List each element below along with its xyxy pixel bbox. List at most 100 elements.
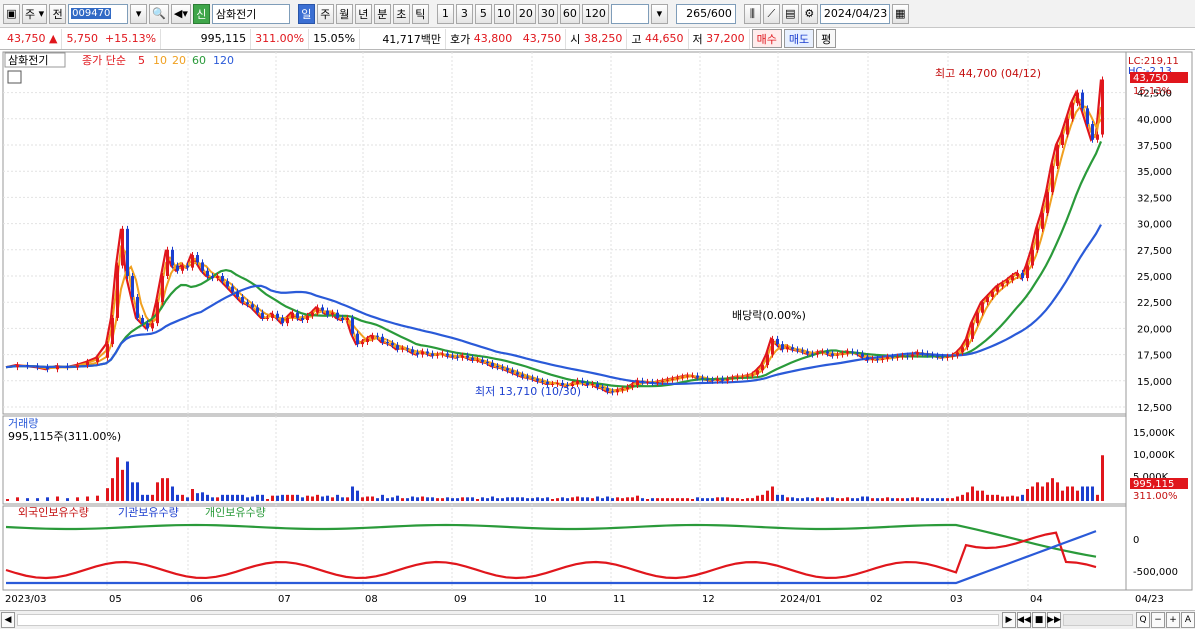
buy-button[interactable]: 매수 <box>751 29 782 48</box>
volume-bar <box>901 498 904 501</box>
save-icon[interactable]: ▤ <box>781 3 799 24</box>
volume-bar <box>651 498 654 501</box>
prev-button[interactable]: 전 <box>49 3 67 24</box>
date-input[interactable]: 2024/04/23 <box>819 3 890 24</box>
candle-body <box>496 366 499 368</box>
count-field[interactable]: 265/600 <box>675 3 736 24</box>
period-tab-week[interactable]: 주 <box>316 3 334 24</box>
chart-area[interactable]: 42,500 40,000 37,500 35,000 32,500 30,000 27,5… <box>0 50 1195 610</box>
ma-legend-20: 20 <box>172 54 186 67</box>
text-icon[interactable]: A <box>1181 612 1195 628</box>
period-tab-second[interactable]: 초 <box>392 3 410 24</box>
volume-bar <box>241 494 244 501</box>
candle-body <box>331 312 334 315</box>
scroll-left-icon[interactable]: ◀ <box>1 612 15 628</box>
volume-bar <box>531 498 534 501</box>
stop-icon[interactable]: ■ <box>1032 612 1046 628</box>
calendar-icon[interactable]: ▦ <box>891 3 909 24</box>
candle-body <box>441 353 444 355</box>
period-tab-day[interactable]: 일 <box>297 3 315 24</box>
candle-body <box>901 355 904 357</box>
stock-chart[interactable]: 42,50040,00037,50035,00032,50030,00027,5… <box>0 50 1195 610</box>
volume-bar <box>496 498 499 501</box>
candle-body <box>931 354 934 356</box>
candle-body <box>981 302 984 313</box>
horizontal-scrollbar[interactable]: ◀ ▶ ◀◀ ■ ▶▶ Q − + A <box>0 610 1195 629</box>
volume-bar <box>196 493 199 501</box>
candle-body <box>751 374 754 376</box>
search-icon[interactable]: 🔍 <box>149 3 169 24</box>
volume-bar <box>46 497 49 501</box>
toolbar: ▣ 주 ▾ 전 009470 ▾ 🔍 ◀▾ 신 삼화전기 일 주 월 년 분 초… <box>0 0 1195 28</box>
line-chart-icon[interactable]: ⟋ <box>762 3 780 24</box>
candle-body <box>241 296 244 303</box>
minus-icon[interactable]: − <box>1151 612 1165 628</box>
holding-tick-0: 0 <box>1133 535 1139 546</box>
interval-30[interactable]: 30 <box>537 3 558 24</box>
candle-body <box>1061 134 1064 145</box>
volume-bar <box>716 497 719 501</box>
window-icon[interactable]: ▣ <box>3 3 20 24</box>
interval-5[interactable]: 5 <box>474 3 492 24</box>
candle-body <box>741 376 744 378</box>
interval-custom-input[interactable] <box>610 3 649 24</box>
zoom-in-icon[interactable]: Q <box>1136 612 1150 628</box>
candle-body <box>661 380 664 382</box>
period-tab-month[interactable]: 월 <box>335 3 353 24</box>
first-page-icon[interactable]: ◀◀ <box>1017 612 1031 628</box>
interval-dropdown-icon[interactable]: ▾ <box>650 3 668 24</box>
eval-button[interactable]: 평 <box>816 29 837 48</box>
candle-body <box>831 353 834 356</box>
candle-body <box>1081 92 1084 109</box>
interval-60[interactable]: 60 <box>559 3 580 24</box>
last-page-icon[interactable]: ▶▶ <box>1047 612 1061 628</box>
volume-bar <box>341 497 344 501</box>
price-tick-label: 27,500 <box>1137 246 1172 257</box>
scroll-right-icon[interactable]: ▶ <box>1002 612 1016 628</box>
speaker-icon[interactable]: ◀▾ <box>170 3 191 24</box>
volume-bar <box>261 494 264 501</box>
volume-bar <box>856 498 859 501</box>
stock-code-input[interactable]: 009470 <box>68 3 129 24</box>
volume-bar <box>426 497 429 501</box>
gear-icon[interactable]: ⚙ <box>800 3 818 24</box>
interval-3[interactable]: 3 <box>455 3 473 24</box>
stock-name-field[interactable]: 삼화전기 <box>211 3 290 24</box>
interval-10[interactable]: 10 <box>493 3 514 24</box>
table-icon[interactable] <box>7 70 22 84</box>
candle-body <box>596 383 599 388</box>
period-tab-year[interactable]: 년 <box>354 3 372 24</box>
volume-bar <box>511 497 514 501</box>
change-pct: +15.13% <box>104 32 157 45</box>
volume-bar <box>821 498 824 501</box>
period-tab-tick[interactable]: 틱 <box>411 3 429 24</box>
legend-institution: 기관보유수량 <box>118 506 179 519</box>
candle-body <box>671 378 674 380</box>
candle-icon[interactable]: ⫼ <box>743 3 761 24</box>
candle-body <box>896 356 899 358</box>
candle-body <box>756 370 759 375</box>
candle-body <box>921 352 924 354</box>
volume-bar <box>446 497 449 501</box>
plus-icon[interactable]: + <box>1166 612 1180 628</box>
price-tick-label: 12,500 <box>1137 403 1172 414</box>
code-dropdown-icon[interactable]: ▾ <box>130 3 148 24</box>
volume-bar <box>301 497 304 501</box>
interval-20[interactable]: 20 <box>515 3 536 24</box>
low-label: 저 <box>692 32 703 46</box>
volume-bar <box>161 478 164 501</box>
volume-bar <box>721 497 724 501</box>
zoom-slider[interactable] <box>1063 614 1133 626</box>
volume-bar <box>606 496 609 501</box>
volume-bar <box>206 494 209 501</box>
candle-body <box>306 315 309 321</box>
candle-body <box>196 255 199 263</box>
type-select[interactable]: 주 ▾ <box>22 3 48 24</box>
scroll-track[interactable] <box>17 614 999 626</box>
interval-120[interactable]: 120 <box>581 3 609 24</box>
period-tab-minute[interactable]: 분 <box>373 3 391 24</box>
interval-1[interactable]: 1 <box>436 3 454 24</box>
candle-body <box>86 361 89 366</box>
volume-bar <box>646 499 649 501</box>
sell-button[interactable]: 매도 <box>783 29 815 48</box>
